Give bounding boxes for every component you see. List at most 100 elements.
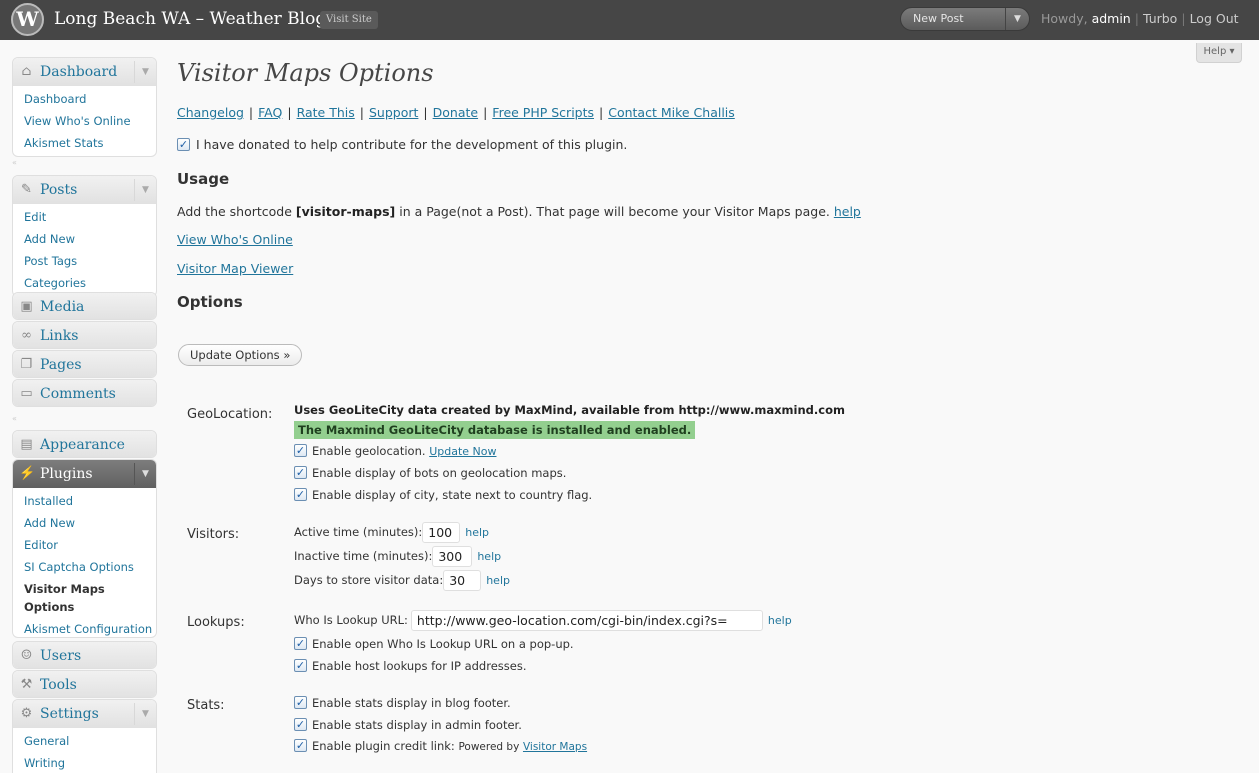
update-options-button[interactable]: Update Options » (178, 344, 303, 366)
menu-settings: ⚙ Settings ▼ General Writing (12, 699, 157, 773)
wordpress-logo-icon: W (11, 3, 44, 36)
menu-users[interactable]: ☺ Users (12, 641, 157, 669)
page-title: Visitor Maps Options (177, 59, 434, 87)
contact-link[interactable]: Contact Mike Challis (608, 105, 735, 120)
separator: | (423, 105, 428, 120)
help-link[interactable]: help (768, 614, 792, 627)
whois-popup-row: ✓ Enable open Who Is Lookup URL on a pop-… (294, 636, 574, 652)
stats-admin-footer-checkbox[interactable]: ✓ (294, 718, 307, 731)
sidebar-item-installed[interactable]: Installed (24, 490, 156, 512)
stats-admin-footer-label: Enable stats display in admin footer. (312, 718, 522, 732)
chevron-down-icon[interactable]: ▼ (134, 463, 156, 485)
menu-links[interactable]: ∞ Links (12, 321, 157, 349)
sidebar-item-akismet-stats[interactable]: Akismet Stats (24, 132, 156, 154)
whois-popup-checkbox[interactable]: ✓ (294, 637, 307, 650)
sidebar-item-akismet-configuration[interactable]: Akismet Configuration (24, 618, 156, 637)
sidebar-item-post-tags[interactable]: Post Tags (24, 250, 156, 272)
menu-media[interactable]: ▣ Media (12, 292, 157, 320)
usage-help-link[interactable]: help (834, 204, 861, 219)
menu-comments[interactable]: ▭ Comments (12, 379, 157, 407)
donate-link[interactable]: Donate (433, 105, 478, 120)
donated-checkbox[interactable]: ✓ (177, 138, 190, 151)
options-heading: Options (177, 293, 243, 311)
host-lookups-row: ✓ Enable host lookups for IP addresses. (294, 658, 526, 674)
active-time-label: Active time (minutes): (294, 525, 423, 539)
collapse-arrows-icon[interactable]: « (12, 159, 22, 167)
sidebar-item-add-new[interactable]: Add New (24, 228, 156, 250)
chevron-down-icon[interactable]: ▼ (134, 703, 156, 725)
whois-url-label: Who Is Lookup URL: (294, 613, 408, 627)
plug-icon: ⚡ (19, 466, 36, 481)
sidebar-item-visitor-maps-options[interactable]: Visitor Maps Options (24, 578, 114, 618)
free-php-scripts-link[interactable]: Free PHP Scripts (492, 105, 594, 120)
pushpin-icon: ✎ (21, 182, 32, 197)
whois-url-input[interactable]: http://www.geo-location.com/cgi-bin/inde… (410, 610, 763, 631)
enable-bots-checkbox[interactable]: ✓ (294, 466, 307, 479)
sidebar-item-dashboard[interactable]: Dashboard (24, 88, 156, 110)
days-store-label: Days to store visitor data: (294, 573, 444, 587)
inactive-time-row: Inactive time (minutes): 300 help (294, 546, 501, 567)
chevron-down-icon[interactable]: ▼ (134, 61, 156, 83)
admin-header: W Long Beach WA – Weather Blog Visit Sit… (0, 0, 1259, 40)
changelog-link[interactable]: Changelog (177, 105, 244, 120)
menu-plugins-head[interactable]: ⚡ Plugins ▼ (13, 460, 156, 488)
visitor-maps-link[interactable]: Visitor Maps (523, 741, 587, 753)
whois-url-row: Who Is Lookup URL: http://www.geo-locatio… (294, 610, 792, 631)
inactive-time-input[interactable]: 300 (432, 546, 473, 567)
separator: | (287, 105, 292, 120)
faq-link[interactable]: FAQ (258, 105, 282, 120)
menu-label: Plugins (40, 466, 93, 482)
menu-posts-head[interactable]: ✎ Posts ▼ (13, 176, 156, 204)
menu-label: Media (40, 299, 85, 315)
sidebar-item-categories[interactable]: Categories (24, 272, 156, 294)
menu-pages[interactable]: ❐ Pages (12, 350, 157, 378)
help-link[interactable]: help (486, 574, 510, 587)
username-link[interactable]: admin (1092, 11, 1131, 26)
menu-links-head: ∞ Links (13, 322, 156, 348)
help-link[interactable]: help (477, 550, 501, 563)
visit-site-button[interactable]: Visit Site (320, 11, 378, 29)
days-store-row: Days to store visitor data: 30 help (294, 570, 510, 591)
sidebar-item-si-captcha-options[interactable]: SI Captcha Options (24, 556, 156, 578)
usage-pre: Add the shortcode (177, 204, 296, 219)
days-store-input[interactable]: 30 (443, 570, 482, 591)
sidebar-item-general[interactable]: General (24, 730, 156, 752)
help-tab[interactable]: Help ▾ (1196, 43, 1242, 63)
update-now-link[interactable]: Update Now (429, 445, 496, 458)
host-lookups-checkbox[interactable]: ✓ (294, 659, 307, 672)
separator: | (359, 105, 364, 120)
new-post-button[interactable]: New Post ▼ (900, 7, 1030, 31)
sidebar-item-add-new-plugin[interactable]: Add New (24, 512, 156, 534)
credit-link-checkbox[interactable]: ✓ (294, 739, 307, 752)
logout-link[interactable]: Log Out (1190, 11, 1239, 26)
donated-option: ✓ I have donated to help contribute for t… (177, 136, 627, 153)
collapse-arrows-icon[interactable]: « (12, 415, 22, 423)
enable-geolocation-label: Enable geolocation. (312, 444, 426, 458)
help-link[interactable]: help (465, 526, 489, 539)
whois-popup-label: Enable open Who Is Lookup URL on a pop-u… (312, 637, 574, 651)
menu-appearance[interactable]: ▤ Appearance (12, 430, 157, 458)
menu-tools[interactable]: ⚒ Tools (12, 670, 157, 698)
active-time-input[interactable]: 100 (422, 522, 461, 543)
view-whos-online-link[interactable]: View Who's Online (177, 231, 293, 248)
stats-blog-footer-checkbox[interactable]: ✓ (294, 696, 307, 709)
sidebar-item-edit[interactable]: Edit (24, 206, 156, 228)
turbo-link[interactable]: Turbo (1143, 11, 1177, 26)
donated-label: I have donated to help contribute for th… (196, 137, 628, 152)
chevron-down-icon[interactable]: ▼ (1005, 8, 1029, 30)
menu-settings-head[interactable]: ⚙ Settings ▼ (13, 700, 156, 728)
stats-blog-footer-label: Enable stats display in blog footer. (312, 696, 511, 710)
enable-city-checkbox[interactable]: ✓ (294, 488, 307, 501)
chevron-down-icon[interactable]: ▼ (134, 179, 156, 201)
menu-dashboard-head[interactable]: ⌂ Dashboard ▼ (13, 58, 156, 86)
visitor-map-viewer-link[interactable]: Visitor Map Viewer (177, 260, 293, 277)
sidebar-item-view-whos-online[interactable]: View Who's Online (24, 110, 156, 132)
rate-this-link[interactable]: Rate This (297, 105, 355, 120)
support-link[interactable]: Support (369, 105, 418, 120)
appearance-icon: ▤ (20, 437, 33, 452)
enable-geolocation-checkbox[interactable]: ✓ (294, 444, 307, 457)
separator: | (483, 105, 488, 120)
enable-city-label: Enable display of city, state next to co… (312, 488, 593, 502)
sidebar-item-writing[interactable]: Writing (24, 752, 156, 773)
sidebar-item-editor[interactable]: Editor (24, 534, 156, 556)
